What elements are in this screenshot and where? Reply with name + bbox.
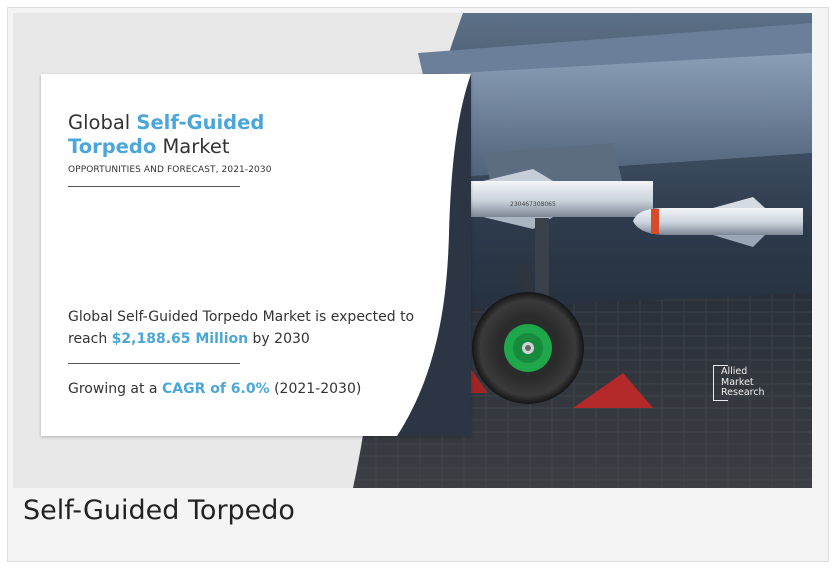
title-accent-2: Torpedo xyxy=(68,135,157,158)
cagr-suffix: (2021-2030) xyxy=(269,381,362,397)
stat-value: $2,188.65 Million xyxy=(111,331,249,347)
infographic-subtitle: OPPORTUNITIES AND FORECAST, 2021-2030 xyxy=(68,165,272,175)
infographic-title: Global Self-Guided Torpedo Market xyxy=(68,111,264,159)
logo-text: Allied Market Research xyxy=(721,366,765,399)
title-prefix: Global xyxy=(68,111,137,134)
divider xyxy=(68,363,240,364)
cagr-value: CAGR of 6.0% xyxy=(161,381,270,397)
market-size-statement: Global Self-Guided Torpedo Market is exp… xyxy=(68,306,448,350)
logo-line-1: Allied xyxy=(721,366,748,377)
title-suffix: Market xyxy=(156,135,230,158)
missile-marking: 230467308065 xyxy=(510,201,556,208)
logo-line-3: Research xyxy=(721,387,765,398)
title-accent-1: Self-Guided xyxy=(136,111,265,134)
divider xyxy=(68,186,240,187)
market-infographic[interactable]: 230467308065 Global Self-Guided Torpedo … xyxy=(13,13,812,488)
cagr-prefix: Growing at a xyxy=(68,381,162,397)
info-panel: Global Self-Guided Torpedo Market OPPORT… xyxy=(41,74,471,436)
allied-market-research-logo: Allied Market Research xyxy=(713,365,793,407)
stat-suffix: by 2030 xyxy=(248,331,310,347)
panel-curve xyxy=(397,74,471,436)
cagr-statement: Growing at a CAGR of 6.0% (2021-2030) xyxy=(68,381,361,397)
image-caption: Self-Guided Torpedo xyxy=(23,495,295,526)
